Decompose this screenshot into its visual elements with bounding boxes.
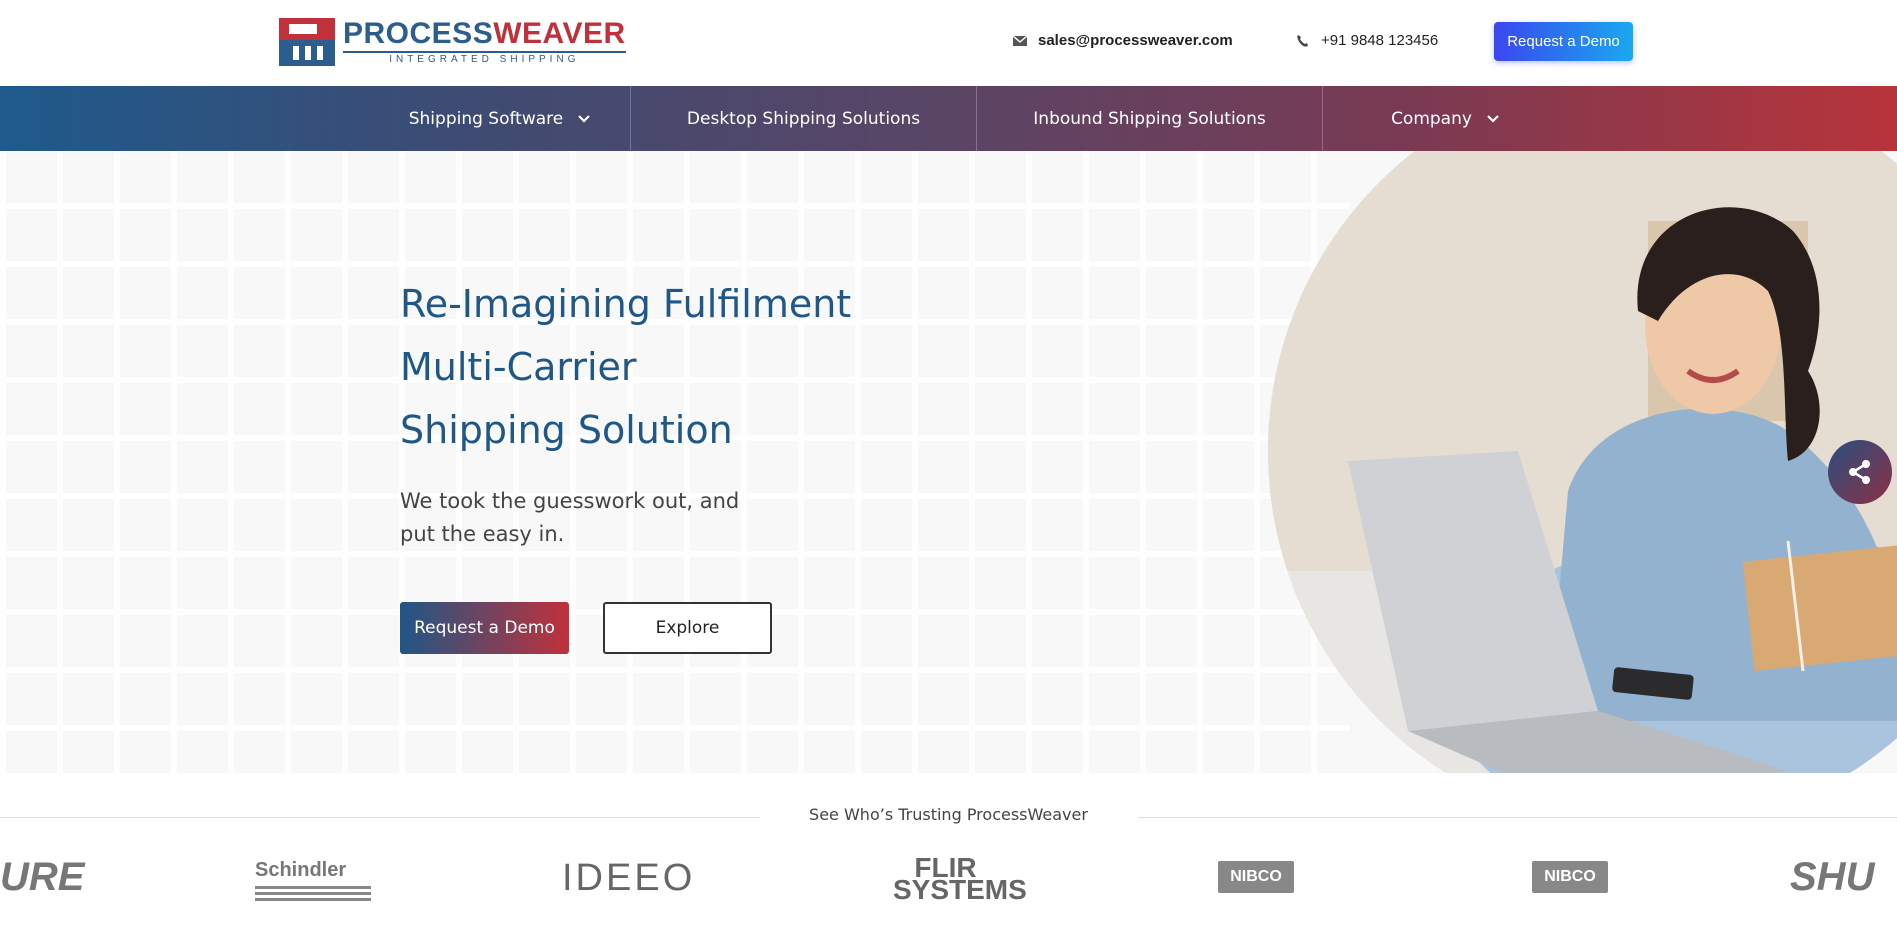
header-phone[interactable]: +91 9848 123456 — [1295, 32, 1438, 49]
logo-mark-icon — [279, 18, 335, 66]
hero-photo — [1268, 151, 1897, 773]
share-button[interactable] — [1828, 440, 1892, 504]
hero-photo-illustration — [1268, 151, 1897, 773]
logo-wordmark: PROCESSWEAVER — [343, 19, 626, 49]
chevron-down-icon — [1487, 114, 1499, 123]
client-logo-nibco: NIBCO — [1218, 861, 1294, 893]
logo-word-weaver: WEAVER — [493, 17, 626, 50]
hero-subtitle: We took the guesswork out, and put the e… — [400, 485, 780, 551]
hero-subtitle-line-1: We took the guesswork out, and — [400, 489, 740, 513]
logo-text: PROCESSWEAVER INTEGRATED SHIPPING — [343, 19, 626, 65]
nav-item-label: Shipping Software — [408, 108, 564, 129]
nav-item-desktop-shipping[interactable]: Desktop Shipping Solutions — [631, 86, 976, 151]
header-email[interactable]: sales@processweaver.com — [1012, 32, 1233, 49]
hero-request-demo-button[interactable]: Request a Demo — [400, 602, 569, 654]
nav-item-shipping-software[interactable]: Shipping Software — [370, 86, 630, 151]
client-logo-ideeo: IDEEO — [562, 857, 696, 899]
nav-item-inbound-shipping[interactable]: Inbound Shipping Solutions — [977, 86, 1322, 151]
client-logo-shure-partial: URE — [0, 855, 85, 899]
hero-grid-background — [0, 151, 1350, 773]
hero-subtitle-line-2: put the easy in. — [400, 522, 565, 546]
hero-title-line-1: Re-Imagining Fulfilment — [400, 282, 852, 326]
header-email-text[interactable]: sales@processweaver.com — [1038, 32, 1233, 49]
logo-stripe — [255, 886, 371, 889]
chevron-down-icon — [578, 114, 591, 123]
nav-item-label: Desktop Shipping Solutions — [686, 108, 921, 129]
logo-tagline: INTEGRATED SHIPPING — [343, 51, 626, 65]
nav-item-label: Inbound Shipping Solutions — [1033, 108, 1266, 129]
nav-item-label: Company — [1391, 108, 1472, 129]
client-logo-flir: FLIR SYSTEMS — [893, 852, 1027, 905]
hero-title: Re-Imagining Fulfilment Multi-Carrier Sh… — [400, 273, 851, 462]
hero-title-line-2: Multi-Carrier — [400, 345, 637, 389]
nav-item-company[interactable]: Company — [1323, 86, 1568, 151]
logo-stripe — [255, 898, 371, 901]
share-icon — [1849, 460, 1870, 484]
processweaver-logo[interactable]: PROCESSWEAVER INTEGRATED SHIPPING — [279, 18, 626, 66]
header-request-demo-button[interactable]: Request a Demo — [1494, 22, 1633, 61]
hero-section: Re-Imagining Fulfilment Multi-Carrier Sh… — [0, 151, 1897, 773]
main-nav: Shipping Software Desktop Shipping Solut… — [0, 86, 1897, 151]
logo-word-process: PROCESS — [343, 17, 494, 50]
hero-title-line-3: Shipping Solution — [400, 408, 733, 452]
client-logo-schindler: Schindler — [255, 859, 371, 901]
logo-stripe — [255, 892, 371, 895]
client-logo-schindler-text: Schindler — [255, 859, 347, 881]
top-header: PROCESSWEAVER INTEGRATED SHIPPING sales@… — [0, 0, 1897, 86]
phone-icon — [1297, 34, 1308, 47]
trust-title: See Who’s Trusting ProcessWeaver — [809, 805, 1088, 824]
header-phone-text[interactable]: +91 9848 123456 — [1321, 32, 1438, 49]
hero-explore-button[interactable]: Explore — [603, 602, 772, 654]
client-logo-shure-partial: SHU — [1790, 855, 1875, 899]
trusted-by-section: See Who’s Trusting ProcessWeaver URE Sch… — [0, 773, 1897, 939]
envelope-icon — [1012, 34, 1028, 46]
client-logo-nibco: NIBCO — [1532, 861, 1608, 893]
